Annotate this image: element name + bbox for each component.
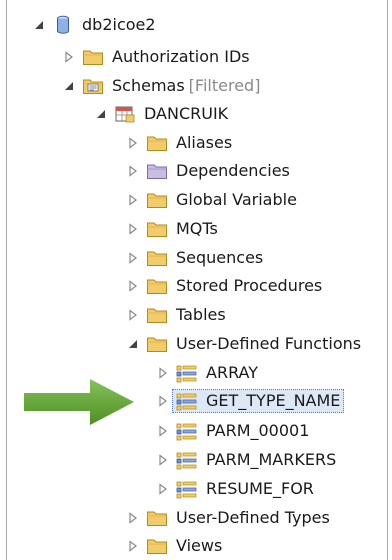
database-icon — [52, 15, 74, 35]
tree-node-stored-procedures[interactable]: Stored Procedures — [126, 273, 322, 299]
triangle-down-icon[interactable] — [32, 18, 46, 32]
triangle-right-icon[interactable] — [156, 424, 170, 438]
function-icon — [176, 391, 198, 411]
tree-node-db2icoe2[interactable]: db2icoe2 — [32, 12, 156, 38]
tree-node-get-type-name[interactable]: GET_TYPE_NAME — [156, 388, 345, 414]
triangle-right-icon[interactable] — [126, 511, 140, 525]
folder-icon — [146, 190, 168, 210]
tree-label: RESUME_FOR — [206, 479, 314, 498]
folder-icon — [146, 508, 168, 528]
tree-label: db2icoe2 — [82, 15, 156, 34]
triangle-right-icon[interactable] — [126, 539, 140, 553]
folder-icon — [82, 47, 104, 67]
triangle-right-icon[interactable] — [156, 394, 170, 408]
tree-label: MQTs — [176, 219, 218, 238]
triangle-down-icon[interactable] — [94, 107, 108, 121]
schema-icon — [114, 104, 136, 124]
tree-label: PARM_00001 — [206, 421, 310, 440]
tree-label: Dependencies — [176, 161, 290, 180]
triangle-right-icon[interactable] — [126, 136, 140, 150]
tree-label: Authorization IDs — [112, 47, 250, 66]
tree-label: Tables — [176, 305, 226, 324]
function-icon — [176, 479, 198, 499]
triangle-right-icon[interactable] — [126, 193, 140, 207]
tree-node-aliases[interactable]: Aliases — [126, 130, 232, 156]
tree-label: User-Defined Functions — [176, 334, 362, 353]
tree-label: GET_TYPE_NAME — [206, 391, 341, 410]
tree-label: Sequences — [176, 248, 264, 267]
tree-label: Views — [176, 536, 223, 555]
tree-node-resume-for[interactable]: RESUME_FOR — [156, 476, 314, 502]
green-arrow-icon — [24, 379, 134, 425]
tree-label: ARRAY — [206, 363, 259, 382]
tree-node-authorization-ids[interactable]: Authorization IDs — [62, 44, 250, 70]
triangle-right-icon[interactable] — [126, 251, 140, 265]
triangle-right-icon[interactable] — [126, 164, 140, 178]
tree-label: Stored Procedures — [176, 276, 323, 295]
tree-label: Aliases — [176, 133, 233, 152]
tree-label: PARM_MARKERS — [206, 450, 337, 469]
selected-item-highlight[interactable]: GET_TYPE_NAME — [172, 389, 345, 413]
triangle-right-icon[interactable] — [156, 366, 170, 380]
triangle-right-icon[interactable] — [126, 308, 140, 322]
folder-icon — [146, 133, 168, 153]
triangle-down-icon[interactable] — [126, 337, 140, 351]
tree-label: Schemas — [112, 76, 185, 95]
folder-icon — [146, 219, 168, 239]
triangle-right-icon[interactable] — [126, 279, 140, 293]
tree-label: Global Variable — [176, 190, 297, 209]
triangle-down-icon[interactable] — [62, 79, 76, 93]
folder-icon — [146, 334, 168, 354]
tree-node-user-defined-types[interactable]: User-Defined Types — [126, 505, 330, 531]
folder-icon — [146, 305, 168, 325]
tree-node-parm-00001[interactable]: PARM_00001 — [156, 418, 309, 444]
tree-node-dependencies[interactable]: Dependencies — [126, 158, 290, 184]
folder-icon — [146, 276, 168, 296]
tree-label: DANCRUIK — [144, 104, 229, 123]
filtered-folder-icon — [82, 76, 104, 96]
tree-node-global-variable[interactable]: Global Variable — [126, 187, 297, 213]
tree-node-sequences[interactable]: Sequences — [126, 245, 263, 271]
triangle-right-icon[interactable] — [156, 482, 170, 496]
triangle-right-icon[interactable] — [62, 50, 76, 64]
tree-node-parm-markers[interactable]: PARM_MARKERS — [156, 447, 336, 473]
triangle-right-icon[interactable] — [156, 453, 170, 467]
tree-label: User-Defined Types — [176, 508, 330, 527]
function-icon — [176, 421, 198, 441]
tree-node-user-defined-functions[interactable]: User-Defined Functions — [126, 331, 361, 357]
folder-icon — [146, 536, 168, 556]
tree-node-views[interactable]: Views — [126, 533, 222, 559]
folder-icon — [146, 248, 168, 268]
tree-node-tables[interactable]: Tables — [126, 302, 226, 328]
tree-node-mqts[interactable]: MQTs — [126, 216, 218, 242]
tree-node-dancruik[interactable]: DANCRUIK — [94, 101, 228, 127]
folder-icon — [146, 161, 168, 181]
filtered-badge: [Filtered] — [188, 76, 261, 95]
triangle-right-icon[interactable] — [126, 222, 140, 236]
tree-node-schemas[interactable]: Schemas [Filtered] — [62, 73, 260, 99]
tree-node-array[interactable]: ARRAY — [156, 360, 258, 386]
function-icon — [176, 450, 198, 470]
function-icon — [176, 363, 198, 383]
